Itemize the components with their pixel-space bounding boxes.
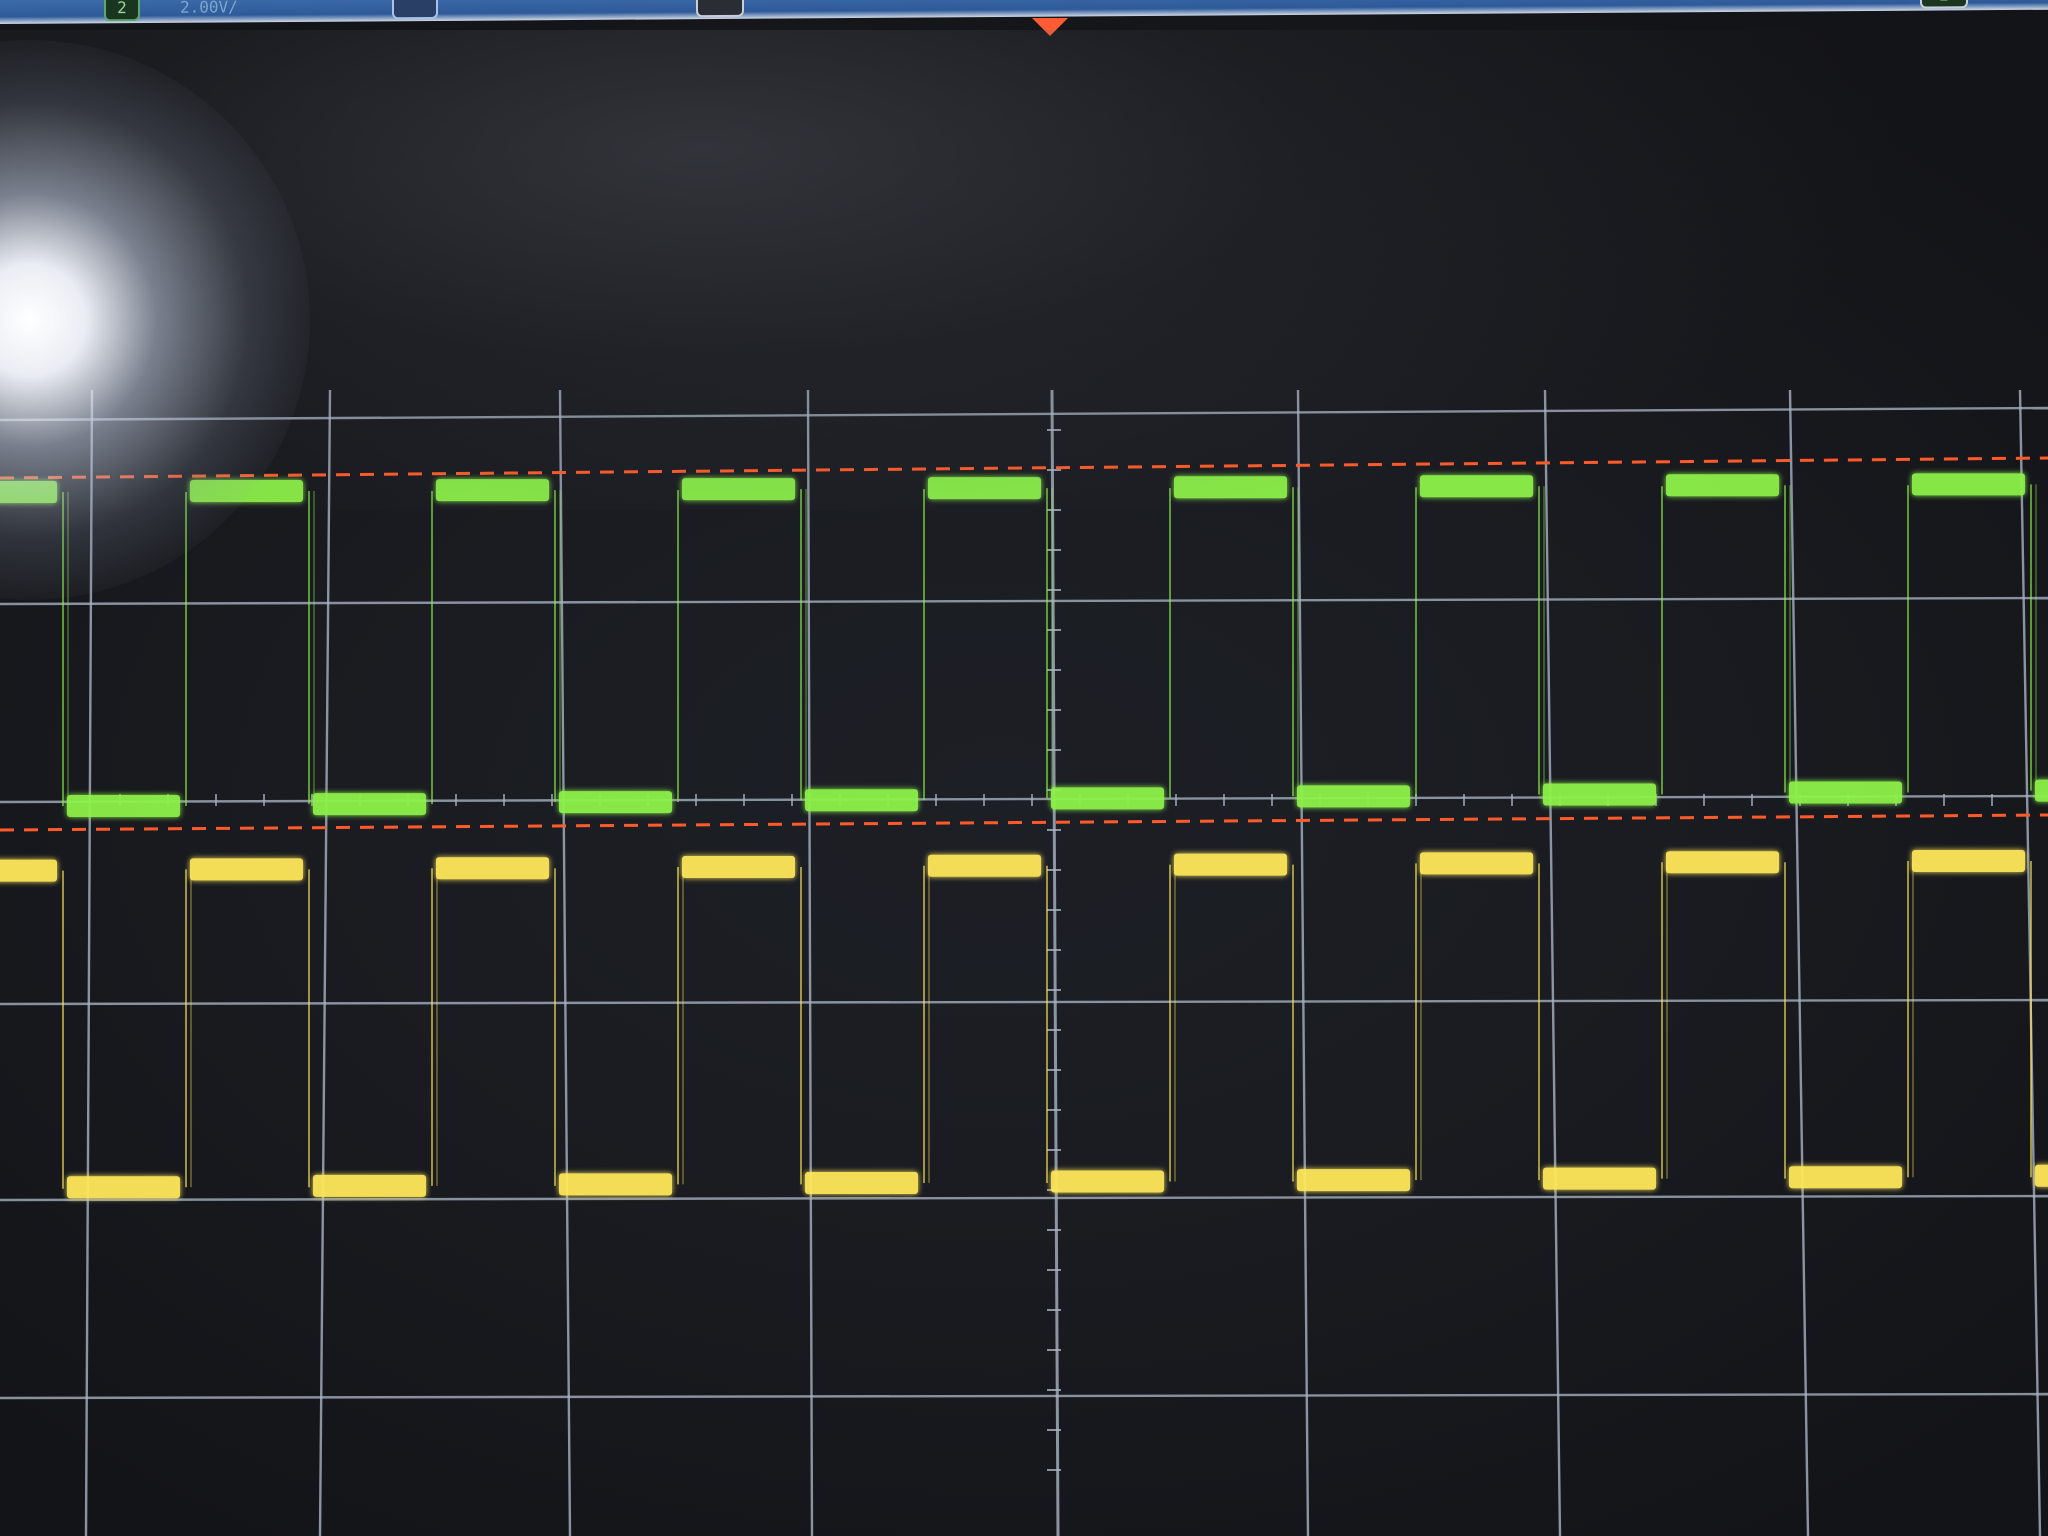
trace-low-level — [1174, 853, 1287, 876]
waveform-display — [0, 389, 2048, 1536]
graticule-horizontal-line — [0, 794, 2048, 804]
graticule-horizontal-line — [0, 1392, 2048, 1400]
trace-low-level — [436, 857, 549, 880]
trace-high-level — [682, 478, 795, 501]
trace-low-level — [313, 793, 426, 816]
trace-high-level — [1420, 475, 1533, 498]
trace-low-level — [1912, 849, 2025, 872]
trace-high-level — [1297, 1169, 1410, 1192]
trace-high-level — [1051, 1170, 1164, 1193]
channel-1-trace — [0, 849, 2048, 1199]
trace-high-level — [1174, 476, 1287, 499]
trace-high-level — [1543, 1167, 1656, 1190]
graticule-vertical-line — [2018, 389, 2042, 1536]
trace-high-level — [1789, 1166, 1902, 1189]
trace-low-level — [1543, 783, 1656, 806]
channel-2-trace — [0, 473, 2048, 817]
graticule-center-vertical — [1050, 389, 1060, 1536]
trace-low-level — [1297, 785, 1410, 808]
graticule-horizontal-line — [0, 998, 2048, 1006]
graticule-horizontal-line — [0, 1194, 2048, 1202]
graticule-horizontal-line — [0, 596, 2048, 606]
trace-high-level — [1912, 473, 2025, 496]
trace-high-level — [805, 1171, 918, 1194]
graticule-vertical-line — [806, 389, 814, 1536]
trace-low-level — [559, 791, 672, 814]
graticule-vertical-line — [1296, 389, 1310, 1536]
trace-high-level — [313, 1174, 426, 1197]
graticule-vertical-line — [558, 389, 572, 1536]
trace-high-level — [928, 477, 1041, 500]
trace-low-level — [682, 855, 795, 878]
graticule-vertical-line — [1788, 389, 1810, 1536]
graticule-grid — [0, 389, 2048, 1536]
trace-high-level — [0, 481, 57, 503]
oscilloscope-screen: 2 2.00V/ 2 — [0, 0, 2048, 1536]
trace-low-level — [0, 859, 57, 882]
trace-low-level — [1420, 852, 1533, 875]
trace-low-level — [805, 789, 918, 812]
trace-low-level — [1789, 781, 1902, 804]
trace-low-level — [67, 795, 180, 817]
trace-low-level — [928, 854, 1041, 877]
graticule-horizontal-line — [0, 406, 2048, 422]
lower-cursor-line — [0, 813, 2048, 832]
trace-high-level — [1666, 474, 1779, 497]
trace-low-level — [190, 858, 303, 881]
graticule-vertical-line — [1543, 389, 1562, 1536]
trace-high-level — [2035, 1164, 2048, 1187]
trace-high-level — [190, 480, 303, 503]
trace-low-level — [1051, 787, 1164, 810]
trace-low-level — [1666, 851, 1779, 874]
graticule-vertical-line — [84, 389, 94, 1536]
trace-low-level — [2035, 779, 2048, 802]
cursor-lines[interactable] — [0, 456, 2048, 832]
trace-high-level — [67, 1176, 180, 1199]
graticule-vertical-line — [318, 389, 332, 1536]
trace-high-level — [436, 479, 549, 502]
trace-high-level — [559, 1173, 672, 1196]
